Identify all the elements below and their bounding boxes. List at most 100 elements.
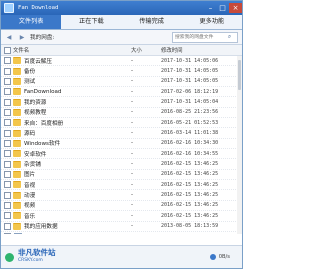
- row-checkbox-cell: [1, 108, 13, 116]
- tab-completed[interactable]: 传输完成: [122, 15, 182, 29]
- tab-more-features[interactable]: 更多功能: [182, 15, 242, 29]
- folder-icon: [13, 170, 21, 178]
- column-header-date[interactable]: 修改时间: [161, 46, 236, 54]
- minimize-icon[interactable]: –: [205, 3, 216, 13]
- speed-indicator: 0B/s: [209, 254, 230, 260]
- row-checkbox-cell: [1, 57, 13, 65]
- file-row[interactable]: 百度云解压 - 2017-10-31 14:05:06: [1, 56, 242, 67]
- folder-icon: [13, 57, 21, 65]
- file-size: -: [131, 150, 134, 157]
- row-checkbox[interactable]: [3, 77, 11, 85]
- file-row[interactable]: 杂货铺 - 2016-02-15 13:46:25: [1, 159, 242, 170]
- row-checkbox[interactable]: [3, 98, 11, 106]
- row-checkbox[interactable]: [3, 201, 11, 209]
- row-checkbox[interactable]: [3, 222, 11, 230]
- search-icon[interactable]: ⌕: [225, 33, 234, 41]
- file-row[interactable]: crack.zip17KB2017-10-31 14:05:06: [1, 232, 242, 234]
- file-modified-date: 2017-10-31 14:05:05: [161, 78, 219, 85]
- file-row[interactable]: 动漫 - 2016-02-15 13:46:25: [1, 190, 242, 201]
- row-checkbox[interactable]: [3, 67, 11, 75]
- row-checkbox[interactable]: [3, 119, 11, 127]
- row-checkbox-cell: [1, 129, 13, 137]
- row-checkbox[interactable]: [3, 212, 11, 220]
- row-checkbox[interactable]: [3, 150, 11, 158]
- file-row[interactable]: 音视 - 2016-02-15 13:46:25: [1, 180, 242, 191]
- row-checkbox[interactable]: [3, 191, 11, 199]
- file-row[interactable]: 我的资源 - 2017-10-31 14:05:04: [1, 97, 242, 108]
- tab-file-list[interactable]: 文件列表: [1, 15, 62, 29]
- forward-icon[interactable]: ▶: [17, 32, 27, 42]
- row-checkbox[interactable]: [3, 160, 11, 168]
- path-label: 我的网盘:: [30, 35, 55, 41]
- back-icon[interactable]: ◀: [4, 32, 14, 42]
- file-modified-date: 2016-02-15 13:46:25: [161, 181, 219, 188]
- app-window: Fan Download – □ × 文件列表 正在下载 传输完成 更多功能 ◀…: [0, 0, 243, 269]
- file-modified-date: 2016-02-15 13:46:25: [161, 171, 219, 178]
- file-row[interactable]: 视频 - 2016-02-15 13:46:25: [1, 201, 242, 212]
- file-modified-date: 2017-10-31 14:05:06: [161, 57, 219, 64]
- row-checkbox[interactable]: [3, 181, 11, 189]
- file-modified-date: 2016-02-15 13:46:25: [161, 212, 219, 219]
- brand-name: 非凡软件站: [18, 248, 56, 257]
- main-tabs: 文件列表 正在下载 传输完成 更多功能: [1, 15, 242, 30]
- file-size: -: [131, 171, 134, 178]
- file-row[interactable]: Windows软件 - 2016-02-16 10:34:30: [1, 139, 242, 150]
- file-modified-date: 2016-05-21 01:52:53: [161, 119, 219, 126]
- column-header-name[interactable]: 文件名: [13, 46, 131, 54]
- file-row[interactable]: 源码 - 2016-03-14 11:01:38: [1, 128, 242, 139]
- file-name: 动漫: [24, 193, 36, 200]
- select-all-checkbox[interactable]: [3, 46, 11, 54]
- column-header-size[interactable]: 大小: [131, 46, 161, 54]
- folder-icon: [13, 201, 21, 209]
- brand-logo-icon: [5, 252, 14, 262]
- file-row[interactable]: 音乐 - 2016-02-15 13:46:25: [1, 211, 242, 222]
- file-modified-date: 2013-08-05 18:13:59: [161, 223, 219, 230]
- file-name: 百度云解压: [24, 58, 52, 65]
- scrollbar-thumb[interactable]: [238, 60, 241, 90]
- folder-icon: [13, 77, 21, 85]
- title-bar[interactable]: Fan Download – □ ×: [1, 1, 242, 15]
- file-name: Windows软件: [24, 141, 61, 148]
- file-size: -: [131, 192, 134, 199]
- close-icon[interactable]: ×: [229, 3, 242, 13]
- file-size: -: [131, 223, 134, 230]
- vertical-scrollbar[interactable]: [237, 56, 242, 234]
- file-modified-date: 2017-10-31 14:05:04: [161, 99, 219, 106]
- file-row[interactable]: 测试 - 2017-10-31 14:05:05: [1, 77, 242, 88]
- row-checkbox[interactable]: [3, 129, 11, 137]
- file-row[interactable]: FanDownload - 2017-02-06 18:12:19: [1, 87, 242, 98]
- row-checkbox[interactable]: [3, 57, 11, 65]
- search-input[interactable]: [173, 33, 225, 41]
- tab-downloading[interactable]: 正在下载: [61, 15, 121, 29]
- folder-icon: [13, 88, 21, 96]
- file-size: -: [131, 57, 134, 64]
- file-modified-date: 2017-02-06 18:12:19: [161, 88, 219, 95]
- folder-icon: [13, 150, 21, 158]
- file-modified-date: 2016-02-15 13:46:25: [161, 202, 219, 209]
- folder-icon: [13, 212, 21, 220]
- file-size: -: [131, 140, 134, 147]
- file-row[interactable]: 来自：百度相册 - 2016-05-21 01:52:53: [1, 118, 242, 129]
- row-checkbox-cell: [1, 88, 13, 96]
- file-row[interactable]: 安卓软件 - 2016-02-16 10:34:55: [1, 149, 242, 160]
- maximize-icon[interactable]: □: [217, 3, 228, 13]
- row-checkbox[interactable]: [3, 139, 11, 147]
- file-row[interactable]: 备份 - 2017-10-31 14:05:05: [1, 66, 242, 77]
- file-name: 图片: [24, 172, 36, 179]
- brand-watermark: 非凡软件站 CRSKY.com: [18, 249, 56, 265]
- row-checkbox[interactable]: [3, 233, 11, 234]
- row-checkbox[interactable]: [3, 108, 11, 116]
- file-row[interactable]: 视频教程 - 2016-08-25 21:23:56: [1, 108, 242, 119]
- row-checkbox[interactable]: [3, 88, 11, 96]
- file-list-header: 文件名 大小 修改时间: [1, 45, 242, 56]
- speed-value: 0B/s: [218, 254, 230, 260]
- folder-icon: [13, 98, 21, 106]
- file-size: -: [131, 161, 134, 168]
- file-modified-date: 2016-02-15 13:46:25: [161, 161, 219, 168]
- file-row[interactable]: 我的应用数据 - 2013-08-05 18:13:59: [1, 222, 242, 232]
- file-modified-date: 2016-02-16 10:34:30: [161, 140, 219, 147]
- file-name: FanDownload: [24, 88, 62, 95]
- file-row[interactable]: 图片 - 2016-02-15 13:46:25: [1, 170, 242, 181]
- row-checkbox[interactable]: [3, 170, 11, 178]
- row-checkbox-cell: [1, 191, 13, 199]
